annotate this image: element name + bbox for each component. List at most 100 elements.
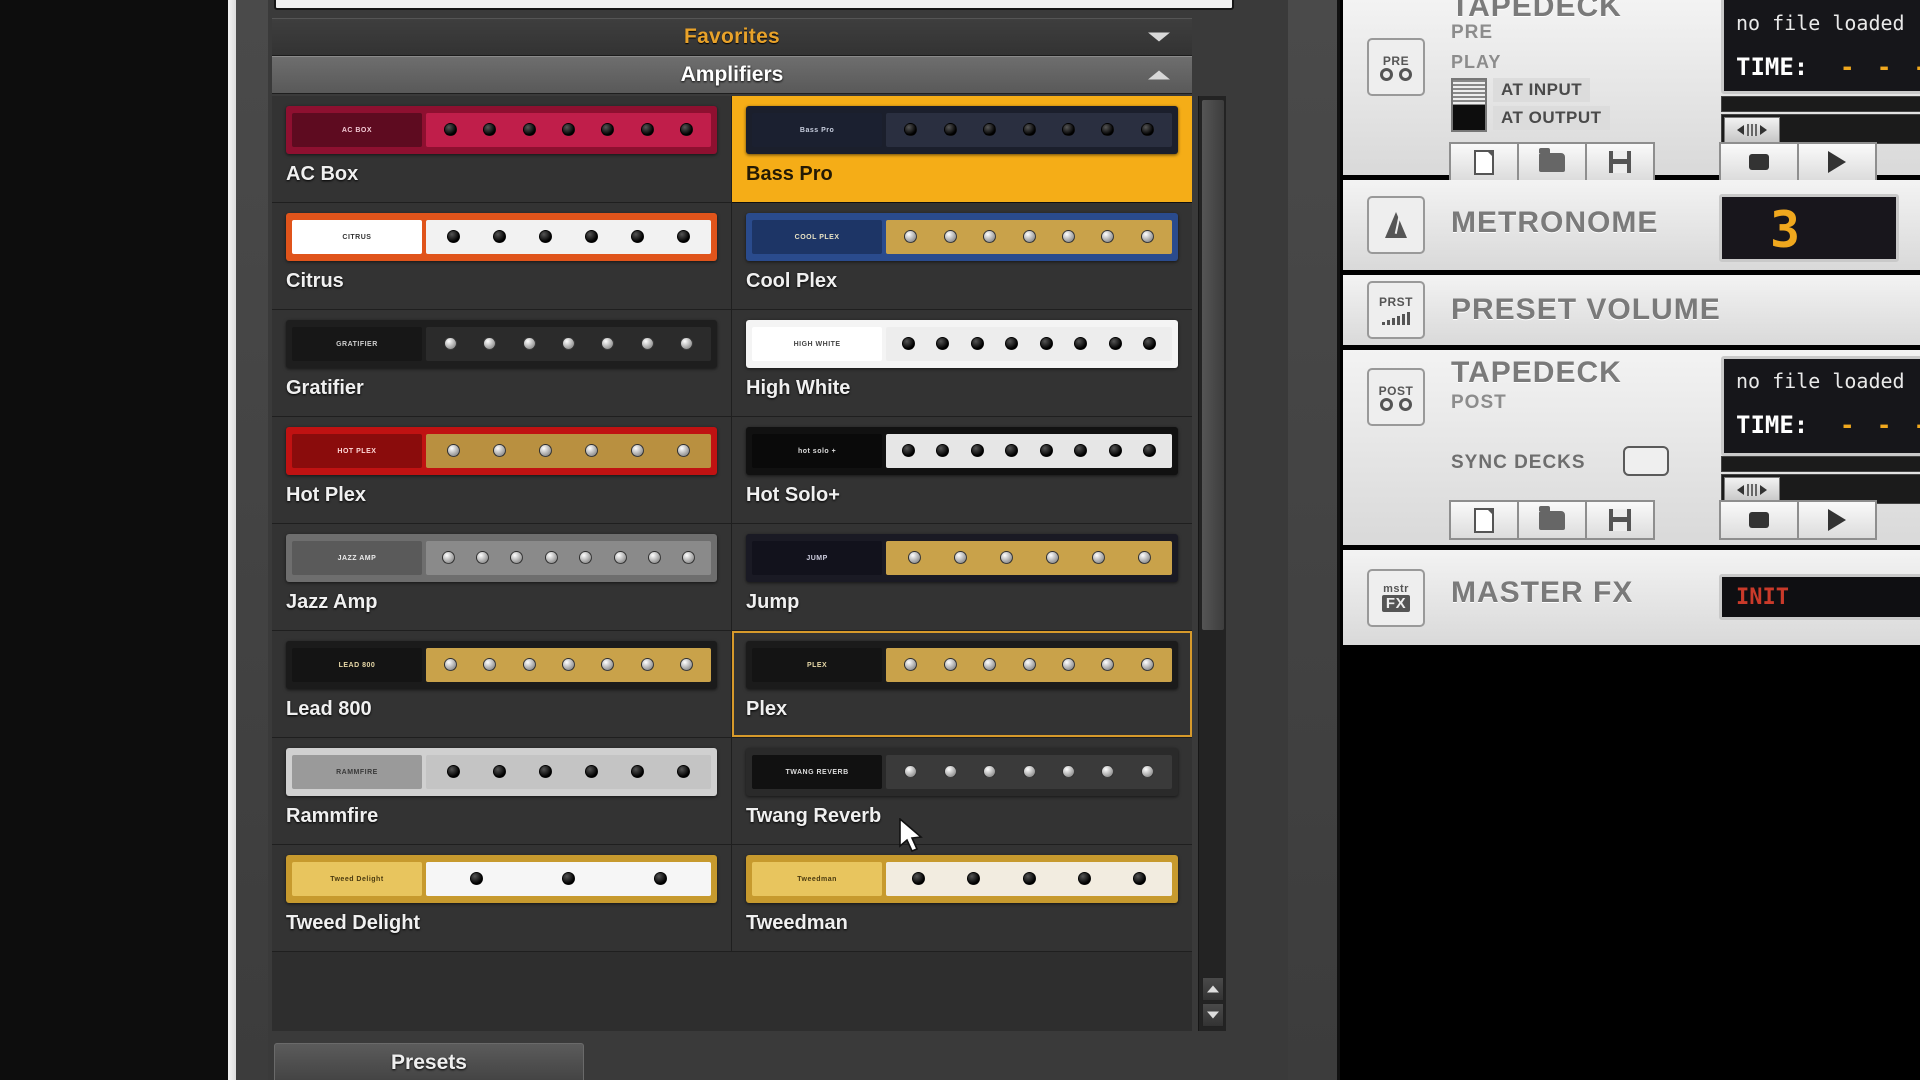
amp-tile-plex[interactable]: PLEX Plex bbox=[732, 631, 1192, 738]
amp-knob bbox=[1077, 872, 1091, 886]
presets-button-label: Presets bbox=[391, 1051, 467, 1074]
preset-volume-icon[interactable]: PRST bbox=[1367, 281, 1425, 339]
amp-faceplate: Bass Pro bbox=[746, 106, 1178, 154]
play-button[interactable] bbox=[1797, 142, 1877, 182]
amp-tile-basspro[interactable]: Bass Pro Bass Pro bbox=[732, 96, 1192, 203]
tapedeck-post-progress[interactable] bbox=[1721, 456, 1920, 472]
amp-knob-row bbox=[425, 112, 711, 148]
save-file-button[interactable] bbox=[1585, 142, 1655, 182]
metronome-glyph-icon bbox=[1385, 212, 1407, 238]
amp-knob bbox=[1022, 123, 1036, 137]
amp-tile-tweeddelight[interactable]: Tweed Delight Tweed Delight bbox=[272, 845, 732, 952]
amp-thumbnail: GRATIFIER bbox=[286, 320, 717, 368]
amp-faceplate: HIGH WHITE bbox=[746, 320, 1178, 368]
new-file-button[interactable] bbox=[1449, 142, 1519, 182]
amp-knob-row bbox=[425, 540, 711, 576]
amp-thumbnail: JUMP bbox=[746, 534, 1178, 582]
amp-knob bbox=[679, 658, 693, 672]
amp-tile-twang[interactable]: TWANG REVERB Twang Reverb bbox=[732, 738, 1192, 845]
presets-button[interactable]: Presets bbox=[274, 1043, 584, 1080]
save-file-button[interactable] bbox=[1585, 500, 1655, 540]
amp-tile-coolplex[interactable]: COOL PLEX Cool Plex bbox=[732, 203, 1192, 310]
tape-reels-icon bbox=[1380, 67, 1412, 81]
amp-knob bbox=[1140, 123, 1154, 137]
master-fx-preset-display[interactable]: INIT bbox=[1719, 574, 1920, 620]
amp-faceplate: COOL PLEX bbox=[746, 213, 1178, 261]
scroll-up-button[interactable] bbox=[1202, 977, 1224, 1001]
tapedeck-post-time-label: TIME: bbox=[1736, 411, 1809, 439]
tapedeck-pre-subtitle: PRE bbox=[1451, 22, 1494, 43]
stop-button[interactable] bbox=[1719, 500, 1799, 540]
amp-knob bbox=[601, 123, 615, 137]
tapedeck-pre-file-status: no file loaded bbox=[1736, 11, 1905, 35]
amp-list-scrollbar[interactable] bbox=[1198, 96, 1226, 1031]
amp-tile-highwhite[interactable]: HIGH WHITE High White bbox=[732, 310, 1192, 417]
amp-knob bbox=[544, 551, 558, 565]
amp-knob bbox=[1143, 337, 1157, 351]
amp-tile-jazzamp[interactable]: JAZZ AMP Jazz Amp bbox=[272, 524, 732, 631]
at-output-option[interactable]: AT OUTPUT bbox=[1493, 106, 1610, 130]
play-position-switch[interactable] bbox=[1451, 78, 1487, 132]
open-file-button[interactable] bbox=[1517, 142, 1587, 182]
amp-brand-plate: RAMMFIRE bbox=[292, 755, 422, 789]
amp-knob bbox=[1061, 123, 1075, 137]
amp-knob bbox=[970, 337, 984, 351]
tapedeck-post-icon[interactable]: POST bbox=[1367, 368, 1425, 426]
sync-decks-toggle[interactable] bbox=[1623, 446, 1669, 476]
amp-knob-row bbox=[886, 647, 1172, 683]
scrollbar-thumb[interactable] bbox=[1202, 100, 1224, 630]
metronome-display[interactable]: 3 bbox=[1719, 194, 1899, 262]
search-input[interactable] bbox=[274, 0, 1234, 10]
new-file-button[interactable] bbox=[1449, 500, 1519, 540]
amplifiers-section-header[interactable]: Amplifiers bbox=[272, 56, 1192, 94]
stop-icon bbox=[1749, 154, 1769, 170]
tapedeck-pre-icon-label: PRE bbox=[1382, 53, 1410, 68]
amp-tile-jump[interactable]: JUMP Jump bbox=[732, 524, 1192, 631]
amp-tile-citrus[interactable]: CITRUS Citrus bbox=[272, 203, 732, 310]
play-label: PLAY bbox=[1451, 52, 1502, 72]
play-button[interactable] bbox=[1797, 500, 1877, 540]
amp-faceplate: Tweedman bbox=[746, 855, 1178, 903]
amp-tile-hotplex[interactable]: HOT PLEX Hot Plex bbox=[272, 417, 732, 524]
tapedeck-pre-progress[interactable] bbox=[1721, 96, 1920, 112]
at-input-option[interactable]: AT INPUT bbox=[1493, 78, 1591, 102]
amp-brand-plate: COOL PLEX bbox=[752, 220, 883, 254]
amp-brand-text: LEAD 800 bbox=[338, 661, 376, 669]
amp-tile-hotsolo[interactable]: hot solo + Hot Solo+ bbox=[732, 417, 1192, 524]
amp-knob bbox=[630, 444, 644, 458]
document-icon bbox=[1474, 149, 1494, 175]
amp-knob bbox=[904, 230, 918, 244]
metronome-icon[interactable] bbox=[1367, 196, 1425, 254]
scrub-thumb[interactable] bbox=[1724, 117, 1780, 143]
amp-faceplate: Tweed Delight bbox=[286, 855, 717, 903]
stop-button[interactable] bbox=[1719, 142, 1799, 182]
tapedeck-pre-scrub[interactable] bbox=[1721, 114, 1920, 144]
chevron-up-icon[interactable] bbox=[1148, 70, 1170, 80]
amp-tile-label: Bass Pro bbox=[746, 163, 833, 185]
amp-knob bbox=[904, 658, 918, 672]
amp-brand-plate: HOT PLEX bbox=[292, 434, 422, 468]
amp-tile-acbox[interactable]: AC BOX AC Box bbox=[272, 96, 732, 203]
amp-tile-lead800[interactable]: LEAD 800 Lead 800 bbox=[272, 631, 732, 738]
open-file-button[interactable] bbox=[1517, 500, 1587, 540]
amp-knob bbox=[447, 230, 461, 244]
master-fx-icon[interactable]: mstr FX bbox=[1367, 568, 1425, 627]
amp-tile-label: Rammfire bbox=[286, 805, 379, 827]
amp-knob bbox=[561, 337, 575, 351]
amp-tile-rammfire[interactable]: RAMMFIRE Rammfire bbox=[272, 738, 732, 845]
amp-knob bbox=[1039, 337, 1053, 351]
amp-tile-tweedman[interactable]: Tweedman Tweedman bbox=[732, 845, 1192, 952]
amp-faceplate: LEAD 800 bbox=[286, 641, 717, 689]
amp-knob bbox=[943, 658, 957, 672]
amp-knob bbox=[904, 123, 918, 137]
tapedeck-pre-icon[interactable]: PRE bbox=[1367, 38, 1425, 96]
rack-panel: PRE TAPEDECK PRE PLAY AT INPUT AT OUTPUT… bbox=[1343, 0, 1920, 790]
chevron-down-icon[interactable] bbox=[1148, 32, 1170, 42]
amp-tile-gratifier[interactable]: GRATIFIER Gratifier bbox=[272, 310, 732, 417]
tapedeck-pre-time-label: TIME: bbox=[1736, 53, 1809, 81]
amp-tile-label: Cool Plex bbox=[746, 270, 838, 292]
favorites-section-header[interactable]: Favorites bbox=[272, 18, 1192, 56]
amp-knob bbox=[676, 444, 690, 458]
scroll-down-button[interactable] bbox=[1202, 1003, 1224, 1027]
amp-brand-plate: CITRUS bbox=[292, 220, 422, 254]
